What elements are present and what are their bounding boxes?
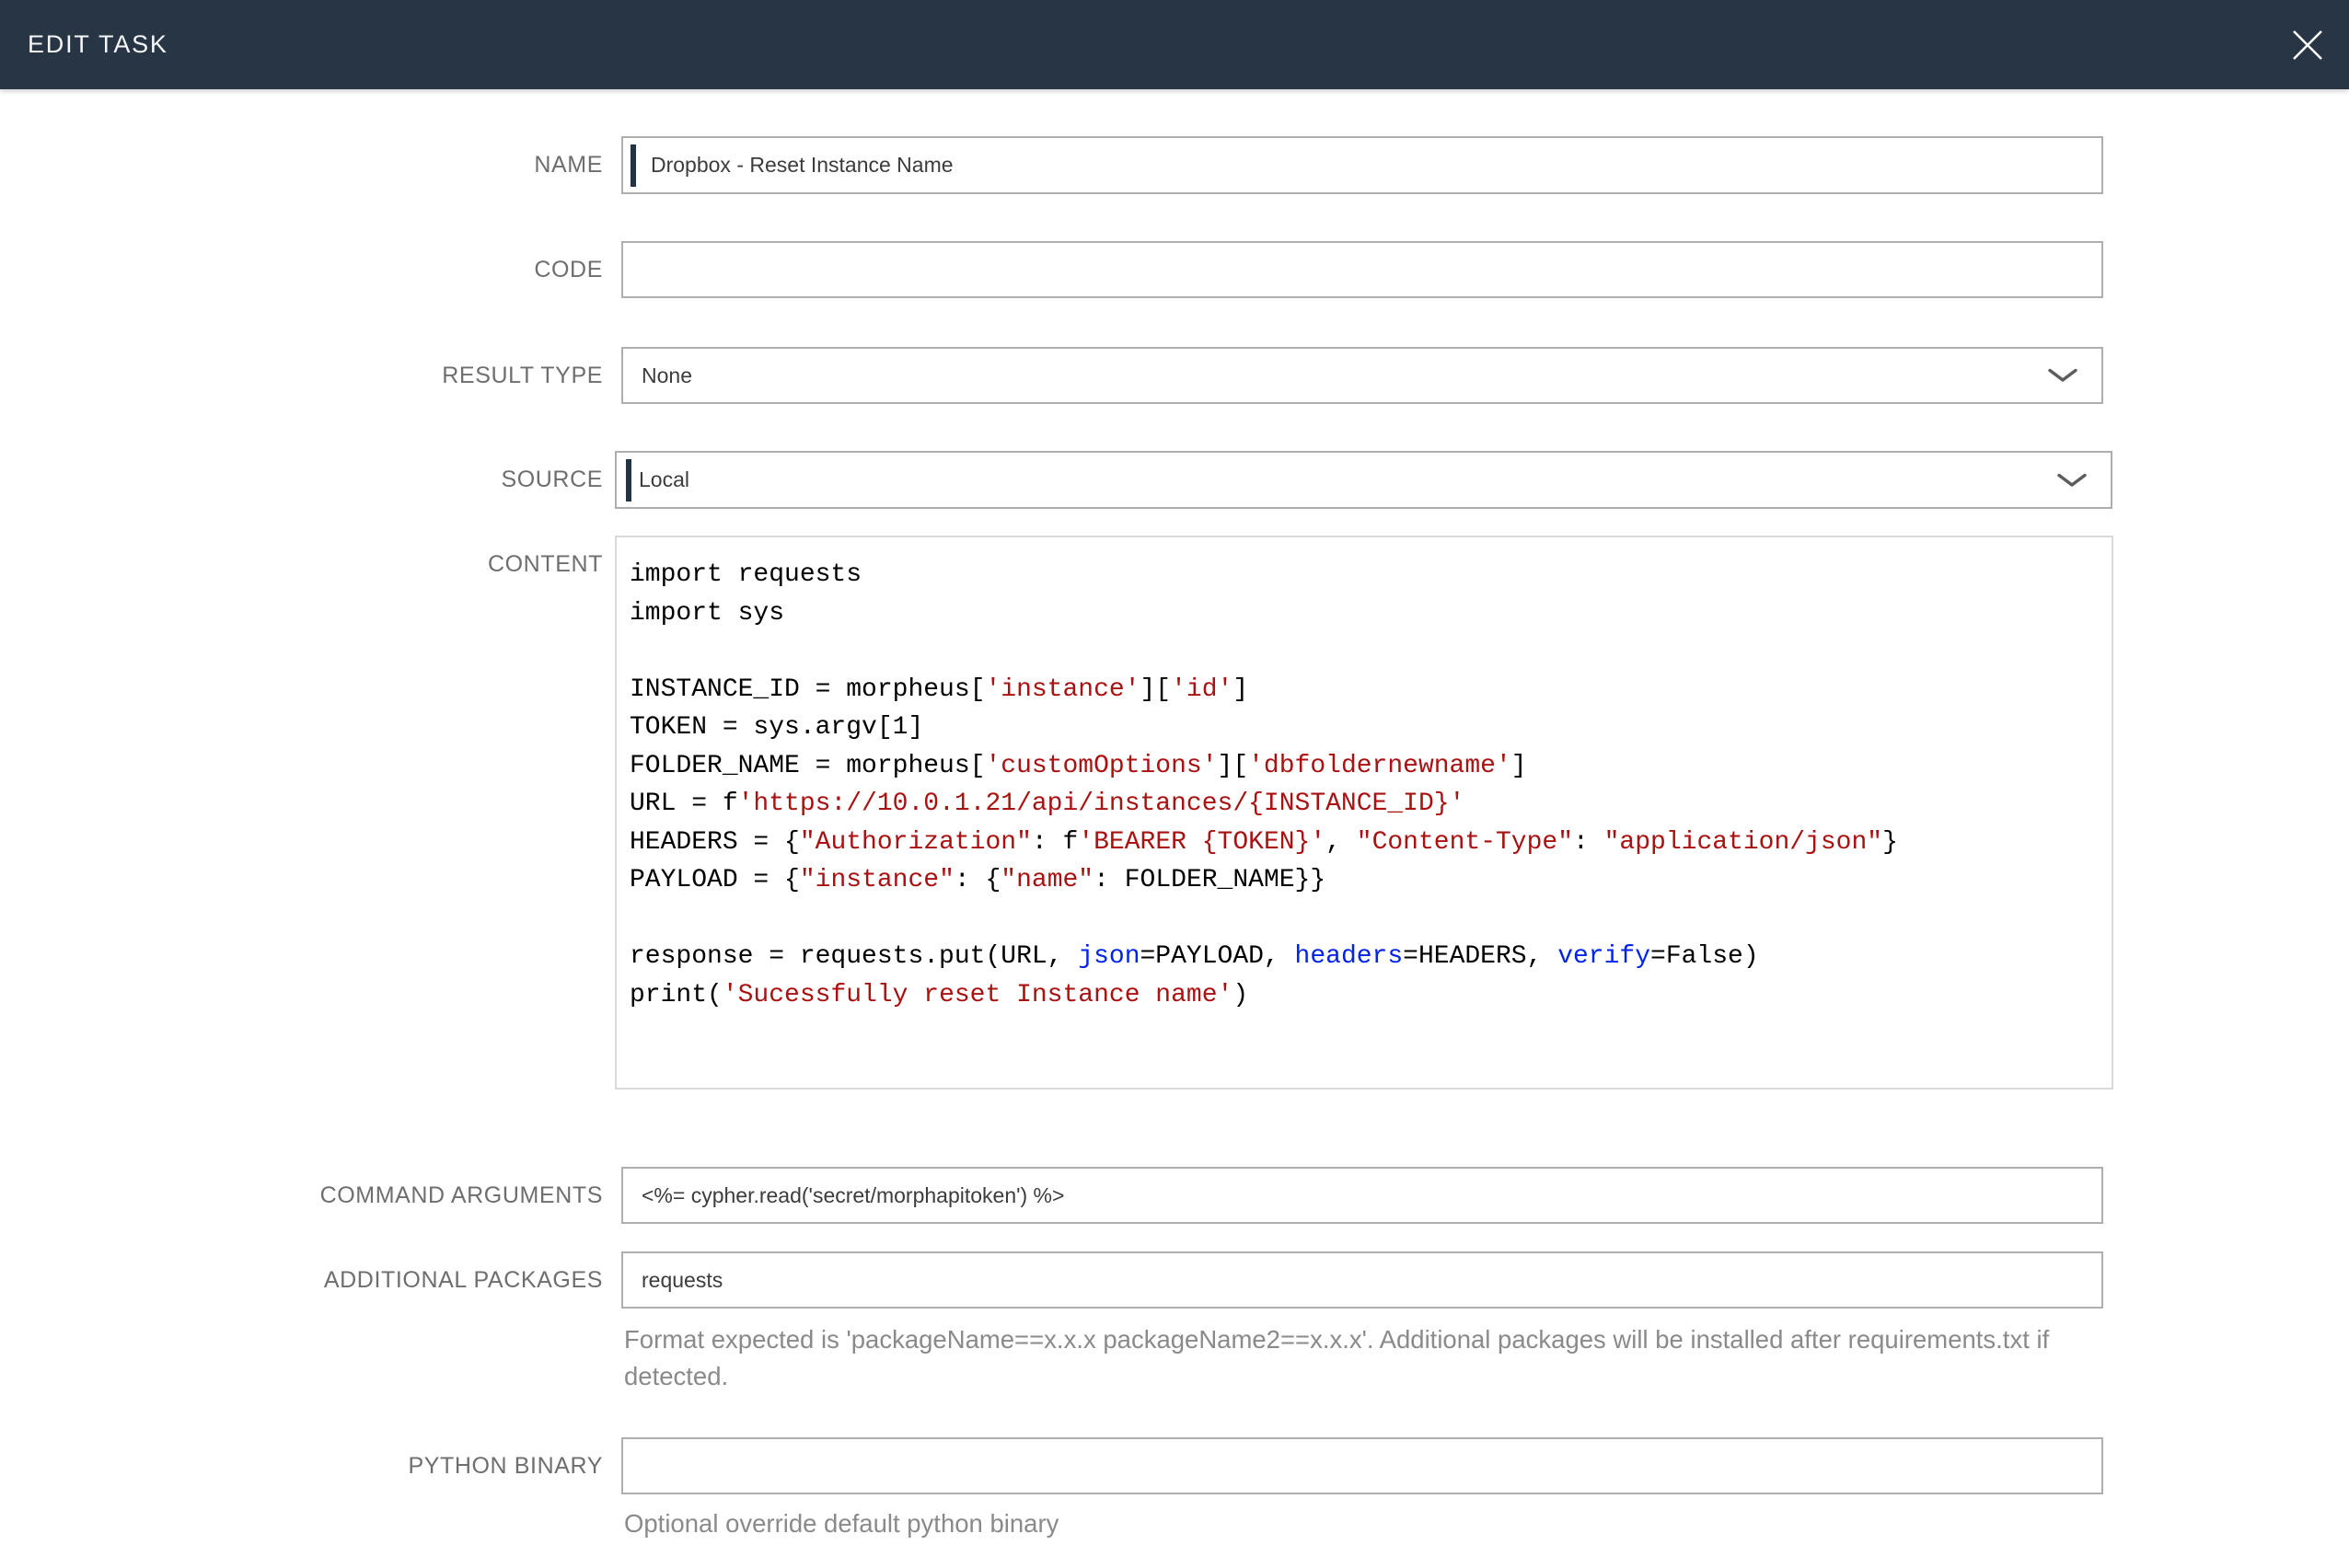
- code-token: FOLDER_NAME = morpheus[: [630, 751, 986, 780]
- content-label: CONTENT: [487, 551, 603, 577]
- code-token: ]: [1232, 674, 1249, 704]
- code-token: headers: [1294, 942, 1404, 971]
- code-line: URL = f'https://10.0.1.21/api/instances/…: [630, 785, 2102, 824]
- code-token: =False): [1650, 942, 1759, 971]
- code-input[interactable]: [621, 241, 2103, 298]
- additional-packages-label: ADDITIONAL PACKAGES: [323, 1266, 603, 1293]
- additional-packages-help: Format expected is 'packageName==x.x.x p…: [624, 1325, 2050, 1390]
- python-binary-help: Optional override default python binary: [624, 1509, 1059, 1538]
- code-token: : {: [954, 866, 1001, 894]
- code-line: FOLDER_NAME = morpheus['customOptions'][…: [630, 747, 2102, 786]
- python-binary-label: PYTHON BINARY: [408, 1452, 603, 1479]
- code-token: "instance": [799, 866, 955, 894]
- code-token: json: [1078, 942, 1140, 971]
- code-label: CODE: [534, 256, 603, 282]
- code-token: ): [1232, 980, 1249, 1009]
- code-input-wrap: [621, 241, 2103, 298]
- code-token: response = requests.put(URL,: [630, 942, 1079, 971]
- code-token: PAYLOAD = {: [630, 866, 800, 894]
- code-token: import requests: [630, 560, 862, 589]
- additional-packages-input-wrap: [621, 1251, 2103, 1309]
- code-line: HEADERS = {"Authorization": f'BEARER {TO…: [630, 824, 2102, 862]
- text-cursor: [631, 144, 636, 187]
- source-value: Local: [639, 467, 689, 491]
- code-token: "application/json": [1603, 827, 1883, 857]
- name-input[interactable]: [621, 136, 2103, 194]
- result-type-value: None: [642, 363, 692, 387]
- result-type-label: RESULT TYPE: [442, 362, 603, 388]
- code-token: ][: [1217, 751, 1249, 780]
- chevron-down-icon: [2057, 473, 2087, 487]
- source-label: SOURCE: [501, 467, 603, 492]
- source-select[interactable]: Local: [615, 451, 2112, 509]
- code-token: "Authorization": [799, 827, 1032, 857]
- page-title: EDIT TASK: [28, 30, 168, 58]
- code-token: ]: [1510, 751, 1527, 780]
- code-token: 'dbfoldernewname': [1248, 751, 1511, 780]
- additional-packages-input[interactable]: [621, 1251, 2103, 1309]
- code-line: print('Sucessfully reset Instance name'): [630, 976, 2102, 1015]
- code-token: 'instance': [985, 674, 1140, 704]
- python-binary-input[interactable]: [621, 1437, 2103, 1494]
- modal-header: EDIT TASK: [0, 0, 2349, 89]
- code-token: 'Sucessfully reset Instance name': [722, 980, 1233, 1009]
- chevron-down-icon: [2048, 368, 2077, 382]
- result-type-select[interactable]: None: [621, 347, 2103, 404]
- code-token: INSTANCE_ID = morpheus[: [630, 674, 986, 704]
- close-icon: [2293, 30, 2322, 60]
- name-label: NAME: [534, 152, 603, 178]
- code-token: TOKEN = sys.argv[1]: [630, 713, 924, 742]
- command-arguments-label: COMMAND ARGUMENTS: [319, 1182, 603, 1208]
- code-token: 'id': [1171, 674, 1233, 704]
- code-token: 'customOptions': [985, 751, 1218, 780]
- code-line: TOKEN = sys.argv[1]: [630, 709, 2102, 747]
- code-token: : FOLDER_NAME}}: [1094, 866, 1326, 894]
- code-token: 'https://10.0.1.21/api/instances/{INSTAN…: [737, 790, 1465, 818]
- code-token: 'BEARER {TOKEN}': [1078, 827, 1326, 857]
- code-line: import requests: [630, 556, 2102, 594]
- code-token: =PAYLOAD,: [1140, 942, 1295, 971]
- code-token: ][: [1140, 674, 1172, 704]
- code-line: import sys: [630, 594, 2102, 633]
- code-line: response = requests.put(URL, json=PAYLOA…: [630, 938, 2102, 976]
- code-token: :: [1573, 827, 1604, 857]
- code-token: print(: [630, 980, 723, 1009]
- code-token: : f: [1031, 827, 1079, 857]
- code-token: verify: [1557, 942, 1651, 971]
- code-token: HEADERS = {: [630, 827, 800, 857]
- code-line: PAYLOAD = {"instance": {"name": FOLDER_N…: [630, 861, 2102, 900]
- code-token: ,: [1325, 827, 1357, 857]
- code-line: INSTANCE_ID = morpheus['instance']['id']: [630, 671, 2102, 709]
- code-token: }: [1882, 827, 1898, 857]
- command-arguments-input[interactable]: [621, 1167, 2103, 1224]
- content-editor[interactable]: import requests import sys INSTANCE_ID = m…: [615, 536, 2113, 1090]
- code-token: "name": [1001, 866, 1094, 894]
- python-binary-input-wrap: [621, 1437, 2103, 1494]
- command-arguments-input-wrap: [621, 1167, 2103, 1224]
- code-token: "Content-Type": [1356, 827, 1574, 857]
- code-token: URL = f: [630, 790, 738, 818]
- code-token: =HEADERS,: [1403, 942, 1558, 971]
- text-cursor: [626, 458, 631, 502]
- name-input-wrap: [621, 136, 2103, 194]
- code-token: import sys: [630, 598, 785, 628]
- close-button[interactable]: [2286, 24, 2329, 66]
